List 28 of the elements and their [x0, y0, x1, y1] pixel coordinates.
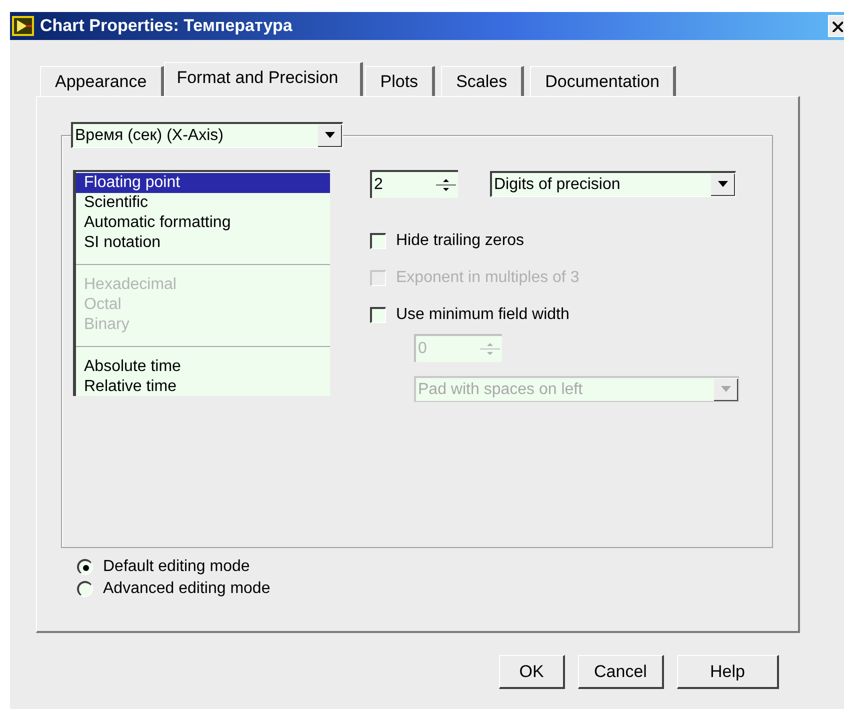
format-list-item[interactable]: Relative time [76, 377, 330, 397]
caret-icon [716, 180, 728, 188]
caret-icon [324, 132, 336, 138]
dialog-button[interactable]: Help [677, 655, 779, 689]
format-list-item[interactable]: Absolute time [76, 357, 330, 377]
close-icon [830, 20, 842, 32]
option-checkbox[interactable]: Use minimum field width [370, 306, 739, 324]
tab[interactable]: Scales [441, 66, 524, 96]
mode-radio[interactable]: Default editing mode [77, 558, 798, 576]
app-icon [12, 16, 34, 36]
close-button[interactable] [828, 15, 844, 37]
format-list-item[interactable]: Automatic formatting [76, 213, 330, 233]
tab[interactable]: Format and Precision [164, 62, 364, 96]
dialog-button[interactable]: Cancel [578, 655, 664, 689]
mode-radio[interactable]: Advanced editing mode [77, 580, 798, 598]
window-title: Chart Properties: Температура [40, 16, 294, 36]
option-checkbox[interactable]: Hide trailing zeros [370, 232, 739, 250]
caret-icon [720, 386, 732, 392]
format-list-item[interactable]: Floating point [76, 173, 330, 193]
tab[interactable]: Documentation [530, 66, 676, 96]
dialog-button[interactable]: OK [499, 655, 565, 689]
tab[interactable]: Plots [365, 66, 436, 96]
axis-dropdown[interactable]: Время (сек) (X-Axis) [71, 122, 343, 148]
format-list-item[interactable]: Scientific [76, 193, 330, 213]
precision-type-dropdown[interactable]: Digits of precision [490, 171, 736, 197]
tab[interactable]: Appearance [40, 66, 164, 96]
precision-spinbox[interactable]: 2 [370, 170, 458, 198]
format-list-item[interactable]: SI notation [76, 233, 330, 253]
